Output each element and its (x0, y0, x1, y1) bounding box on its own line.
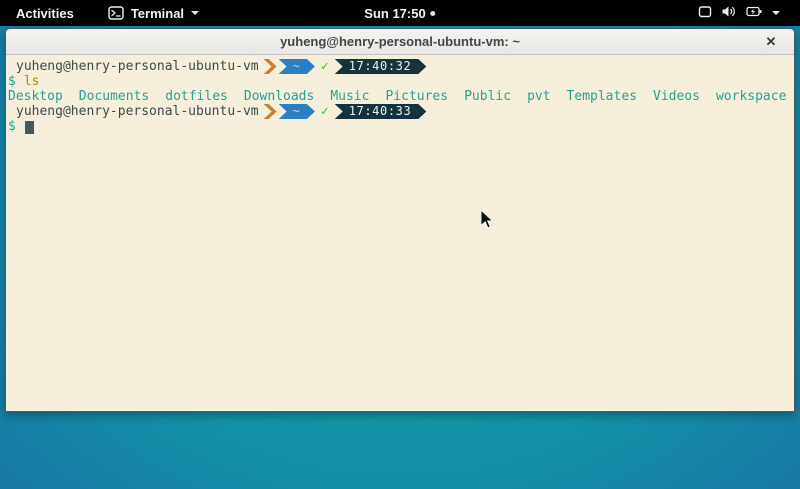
prompt-time-segment: 17:40:32 (335, 59, 427, 74)
prompt-path-segment: ~ (279, 59, 315, 74)
dir-entry: Music (330, 89, 369, 104)
app-menu-label: Terminal (131, 6, 184, 21)
clock[interactable]: Sun 17:50 (364, 6, 435, 21)
chevron-down-icon (191, 11, 199, 15)
terminal-content[interactable]: yuheng@henry-personal-ubuntu-vm ~ ✓ 17:4… (6, 55, 794, 411)
close-icon[interactable]: ✕ (762, 33, 780, 51)
ls-output-line: Desktop Documents dotfiles Downloads Music Pi… (8, 89, 794, 104)
top-bar: Activities Terminal Sun 17:50 (0, 0, 800, 26)
prompt-sign: $ (8, 74, 16, 89)
app-menu-terminal[interactable]: Terminal (108, 6, 199, 21)
powerline-chevron-icon (264, 59, 277, 74)
dir-entry: workspace (716, 89, 786, 104)
chevron-down-icon[interactable] (772, 11, 780, 15)
dir-entry: Documents (79, 89, 149, 104)
volume-icon (721, 5, 737, 21)
dir-entry: Public (464, 89, 511, 104)
prompt-sign: $ (8, 119, 16, 134)
dir-entry: dotfiles (165, 89, 228, 104)
notification-dot-icon (431, 11, 436, 16)
powerline-chevron-icon (264, 104, 277, 119)
dir-entry: Desktop (8, 89, 63, 104)
window-titlebar[interactable]: yuheng@henry-personal-ubuntu-vm: ~ ✕ (6, 29, 794, 55)
command-text: ls (24, 74, 40, 89)
status-check-icon: ✓ (321, 59, 329, 74)
command-line: $ ls (8, 74, 794, 89)
dir-entry: Videos (653, 89, 700, 104)
dir-entry: Downloads (244, 89, 314, 104)
input-line[interactable]: $ (8, 119, 794, 134)
terminal-window: yuheng@henry-personal-ubuntu-vm: ~ ✕ yuh… (5, 28, 795, 412)
prompt-line: yuheng@henry-personal-ubuntu-vm ~ ✓ 17:4… (8, 59, 794, 74)
battery-charging-icon (746, 5, 763, 21)
status-check-icon: ✓ (321, 104, 329, 119)
display-icon (698, 5, 712, 21)
prompt-username: yuheng@henry-personal-ubuntu-vm (16, 59, 259, 74)
dir-entry: pvt (527, 89, 550, 104)
clock-label: Sun 17:50 (364, 6, 425, 21)
window-title: yuheng@henry-personal-ubuntu-vm: ~ (280, 34, 520, 49)
dir-entry: Pictures (385, 89, 448, 104)
prompt-username: yuheng@henry-personal-ubuntu-vm (16, 104, 259, 119)
terminal-app-icon (108, 6, 124, 20)
prompt-path-segment: ~ (279, 104, 315, 119)
prompt-time-segment: 17:40:33 (335, 104, 427, 119)
dir-entry: Templates (567, 89, 637, 104)
system-status-area[interactable] (698, 0, 780, 26)
prompt-line: yuheng@henry-personal-ubuntu-vm ~ ✓ 17:4… (8, 104, 794, 119)
mouse-cursor-icon (480, 209, 495, 230)
terminal-block-cursor (25, 121, 34, 134)
activities-button[interactable]: Activities (10, 4, 80, 23)
